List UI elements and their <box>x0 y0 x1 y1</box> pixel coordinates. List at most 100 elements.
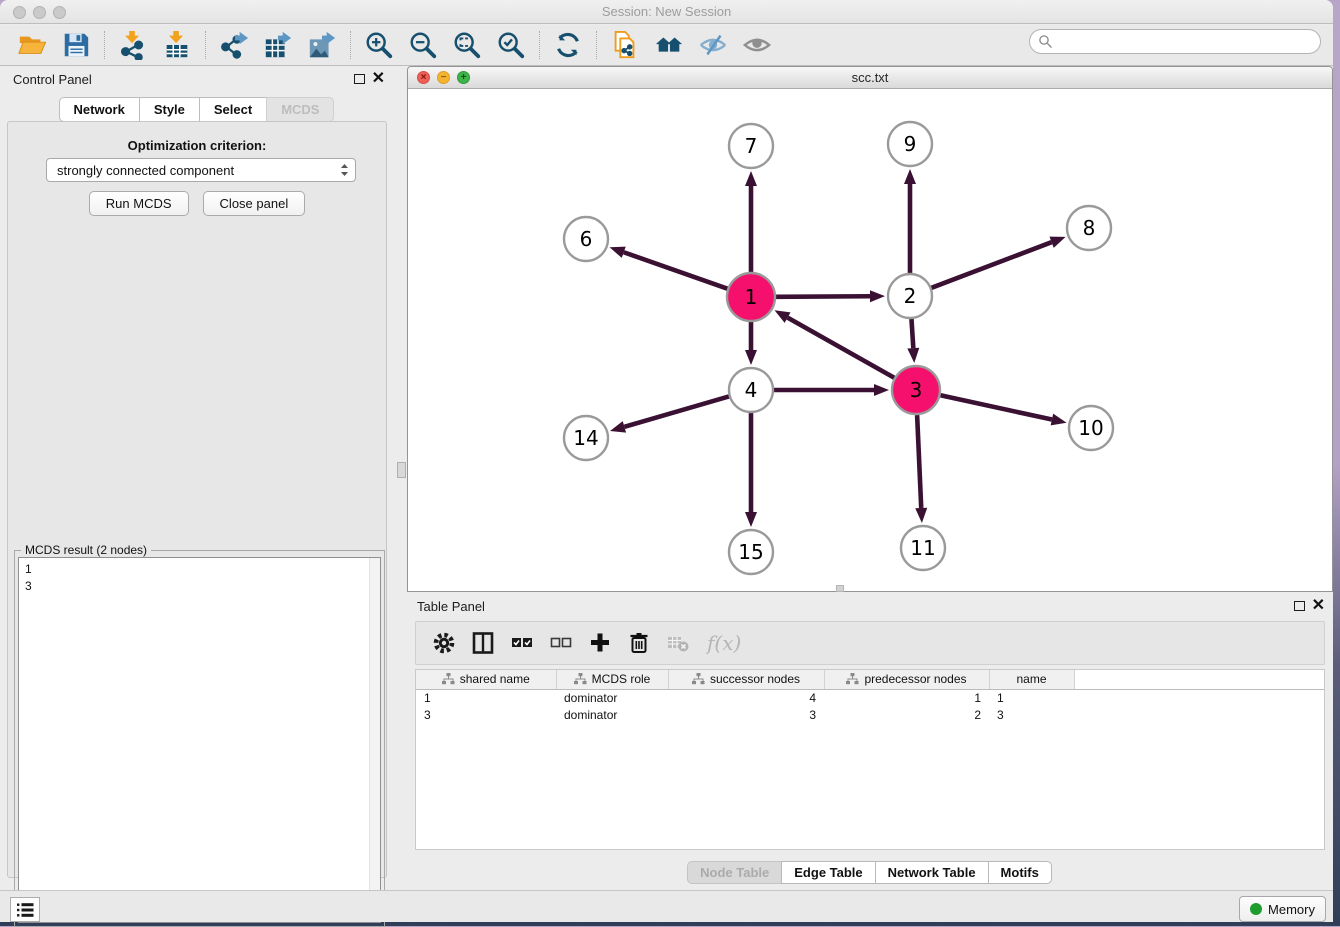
import-network-icon[interactable] <box>118 30 148 60</box>
node-7[interactable]: 7 <box>729 124 773 168</box>
cell-predecessor-nodes[interactable]: 2 <box>824 706 989 723</box>
zoom-selected-icon[interactable] <box>496 30 526 60</box>
node-3[interactable]: 3 <box>892 366 940 414</box>
column-header-predecessor-nodes[interactable]: predecessor nodes <box>824 670 989 689</box>
tab-mcds[interactable]: MCDS <box>266 97 334 122</box>
zoom-out-icon[interactable] <box>408 30 438 60</box>
memory-button[interactable]: Memory <box>1239 896 1326 922</box>
column-layout-icon[interactable] <box>471 631 495 655</box>
network-window-titlebar[interactable]: × − + scc.txt <box>408 67 1332 89</box>
table-options-gear-icon[interactable] <box>432 631 456 655</box>
column-header-MCDS-role[interactable]: MCDS role <box>556 670 668 689</box>
tab-motifs[interactable]: Motifs <box>988 861 1052 884</box>
export-table-icon[interactable] <box>263 30 293 60</box>
mcds-result-textarea[interactable]: 13 <box>18 557 381 923</box>
node-4[interactable]: 4 <box>729 368 773 412</box>
edge-2-3[interactable] <box>907 319 919 363</box>
edge-3-10[interactable] <box>940 395 1066 425</box>
node-6[interactable]: 6 <box>564 217 608 261</box>
show-all-icon[interactable] <box>742 30 772 60</box>
node-11[interactable]: 11 <box>901 526 945 570</box>
float-panel-icon[interactable] <box>354 74 365 84</box>
hide-selected-icon[interactable] <box>698 30 728 60</box>
edge-1-4[interactable] <box>745 322 757 365</box>
node-10[interactable]: 10 <box>1069 406 1113 450</box>
toolbar-separator <box>104 31 105 59</box>
tab-network[interactable]: Network <box>59 97 140 122</box>
edge-1-6[interactable] <box>610 247 728 289</box>
edge-1-2[interactable] <box>776 290 885 302</box>
edge-3-11[interactable] <box>915 415 927 523</box>
delete-column-icon[interactable] <box>627 631 651 655</box>
tab-style[interactable]: Style <box>139 97 200 122</box>
control-panel-tabs: NetworkStyleSelectMCDS <box>0 97 394 122</box>
mcds-result-group: MCDS result (2 nodes) 13 <box>14 550 385 927</box>
cell-successor-nodes[interactable]: 3 <box>668 706 824 723</box>
zoom-fit-icon[interactable] <box>452 30 482 60</box>
tab-node-table[interactable]: Node Table <box>687 861 782 884</box>
export-image-icon[interactable] <box>307 30 337 60</box>
dropdown-stepper-icon <box>340 163 349 177</box>
node-14[interactable]: 14 <box>564 416 608 460</box>
search-input[interactable] <box>1058 34 1320 49</box>
panel-splitter-grip[interactable] <box>397 462 406 478</box>
search-field[interactable] <box>1029 29 1321 54</box>
close-panel-icon[interactable]: ✕ <box>372 68 385 88</box>
run-mcds-button[interactable]: Run MCDS <box>89 191 189 216</box>
table-row[interactable]: 3dominator323 <box>416 706 1324 723</box>
node-9[interactable]: 9 <box>888 122 932 166</box>
tab-network-table[interactable]: Network Table <box>875 861 989 884</box>
open-session-icon[interactable] <box>17 30 47 60</box>
edge-2-9[interactable] <box>904 169 916 273</box>
float-panel-icon[interactable] <box>1294 601 1305 611</box>
node-label: 11 <box>910 536 935 560</box>
first-neighbors-icon[interactable] <box>654 30 684 60</box>
scrollbar-track[interactable] <box>369 558 380 922</box>
node-label: 3 <box>910 378 923 402</box>
edge-2-8[interactable] <box>932 237 1066 288</box>
export-network-icon[interactable] <box>219 30 249 60</box>
cell-MCDS-role[interactable]: dominator <box>556 706 668 723</box>
cell-shared-name[interactable]: 3 <box>416 706 556 723</box>
criterion-dropdown[interactable]: strongly connected component <box>46 158 356 182</box>
cell-successor-nodes[interactable]: 4 <box>668 689 824 706</box>
add-column-icon[interactable] <box>588 631 612 655</box>
column-header-shared-name[interactable]: shared name <box>416 670 556 689</box>
edge-3-1[interactable] <box>775 310 895 377</box>
cell-name[interactable]: 3 <box>989 706 1074 723</box>
delete-table-icon[interactable] <box>666 631 690 655</box>
node-15[interactable]: 15 <box>729 530 773 574</box>
column-label: shared name <box>460 672 530 686</box>
close-panel-icon[interactable]: ✕ <box>1312 595 1325 615</box>
canvas-resize-grip[interactable] <box>836 585 844 592</box>
edge-1-7[interactable] <box>745 171 757 272</box>
task-history-button[interactable] <box>10 897 40 922</box>
node-1[interactable]: 1 <box>727 273 775 321</box>
column-header-successor-nodes[interactable]: successor nodes <box>668 670 824 689</box>
node-8[interactable]: 8 <box>1067 206 1111 250</box>
cell-shared-name[interactable]: 1 <box>416 689 556 706</box>
save-session-icon[interactable] <box>61 30 91 60</box>
close-panel-button[interactable]: Close panel <box>203 191 306 216</box>
cell-MCDS-role[interactable]: dominator <box>556 689 668 706</box>
edge-4-14[interactable] <box>610 396 729 432</box>
select-all-icon[interactable] <box>510 631 534 655</box>
arrowhead <box>610 247 626 258</box>
deselect-all-icon[interactable] <box>549 631 573 655</box>
refresh-layout-icon[interactable] <box>553 30 583 60</box>
function-builder-icon[interactable]: f(x) <box>707 631 741 655</box>
zoom-in-icon[interactable] <box>364 30 394 60</box>
network-canvas[interactable]: 7 9 6 8 1 2 4 3 14 10 15 11 <box>408 89 1332 591</box>
tab-edge-table[interactable]: Edge Table <box>781 861 875 884</box>
tab-select[interactable]: Select <box>199 97 267 122</box>
clone-network-icon[interactable] <box>610 30 640 60</box>
table-row[interactable]: 1dominator411 <box>416 689 1324 706</box>
node-2[interactable]: 2 <box>888 274 932 318</box>
edge-4-15[interactable] <box>745 413 757 527</box>
cell-predecessor-nodes[interactable]: 1 <box>824 689 989 706</box>
edge-4-3[interactable] <box>774 384 889 396</box>
import-table-icon[interactable] <box>162 30 192 60</box>
column-header-name[interactable]: name <box>989 670 1074 689</box>
mcds-result-title: MCDS result (2 nodes) <box>21 543 151 557</box>
cell-name[interactable]: 1 <box>989 689 1074 706</box>
